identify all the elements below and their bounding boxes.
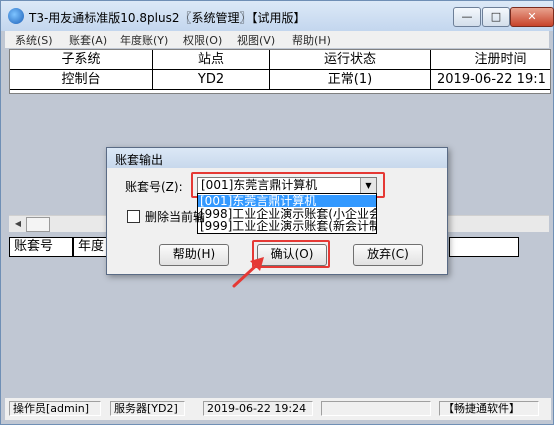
- scroll-thumb[interactable]: [26, 217, 50, 232]
- menu-bar: 系统(S) 账套(A) 年度账(Y) 权限(O) 视图(V) 帮助(H): [5, 31, 549, 48]
- menu-permission[interactable]: 权限(O): [183, 32, 222, 48]
- dialog-title: 账套输出: [115, 153, 164, 167]
- cancel-button[interactable]: 放弃(C): [353, 244, 423, 266]
- dropdown-option[interactable]: [998]工业企业演示账套(小企业会: [198, 208, 376, 220]
- dropdown-option[interactable]: [999]工业企业演示账套(新会计制: [198, 220, 376, 232]
- app-logo-icon: [8, 8, 24, 24]
- export-account-dialog: 账套输出 账套号(Z): [001]东莞言鼎计算机 ▼ [001]东莞言鼎计算机…: [106, 147, 448, 275]
- delete-current-checkbox[interactable]: [127, 210, 140, 223]
- account-dropdown-list: [001]东莞言鼎计算机 [998]工业企业演示账套(小企业会 [999]工业企…: [197, 193, 377, 234]
- minimize-button[interactable]: —: [453, 7, 481, 27]
- status-time: 2019-06-22 19:24: [203, 401, 313, 416]
- delete-current-label: 删除当前输: [145, 210, 206, 224]
- table-cell[interactable]: 2019-06-22 19:1: [431, 70, 550, 90]
- table-header: 站点: [153, 50, 270, 70]
- table-header-blank: [449, 237, 519, 257]
- table-header: 注册时间: [431, 50, 550, 70]
- table-cell[interactable]: 正常(1): [270, 70, 431, 90]
- menu-system[interactable]: 系统(S): [15, 32, 53, 48]
- menu-help[interactable]: 帮助(H): [292, 32, 331, 48]
- title-bar: T3-用友通标准版10.8plus2〖系统管理〗【试用版】 — □ ✕: [1, 1, 554, 31]
- close-button[interactable]: ✕: [510, 7, 554, 27]
- help-button[interactable]: 帮助(H): [159, 244, 229, 266]
- account-number-label: 账套号(Z):: [125, 180, 183, 194]
- table-header: 账套号: [9, 237, 73, 257]
- table-header: 子系统: [10, 50, 153, 70]
- annotation-arrow-icon: [232, 257, 264, 288]
- menu-year-account[interactable]: 年度账(Y): [120, 32, 168, 48]
- dropdown-option[interactable]: [001]东莞言鼎计算机: [198, 195, 376, 207]
- table-header: 运行状态: [270, 50, 431, 70]
- status-operator: 操作员[admin]: [9, 401, 101, 416]
- status-vendor: 【畅捷通软件】: [439, 401, 539, 416]
- menu-account[interactable]: 账套(A): [69, 32, 107, 48]
- table-cell[interactable]: YD2: [153, 70, 270, 90]
- scroll-left-icon[interactable]: ◀: [11, 217, 25, 231]
- status-blank: [321, 401, 431, 416]
- menu-view[interactable]: 视图(V): [237, 32, 275, 48]
- status-bar: 操作员[admin] 服务器[YD2] 2019-06-22 19:24 【畅捷…: [5, 398, 551, 420]
- subsystem-table: 子系统 站点 运行状态 注册时间 控制台 YD2 正常(1) 2019-06-2…: [9, 49, 551, 94]
- maximize-button[interactable]: □: [482, 7, 510, 27]
- table-cell[interactable]: 控制台: [10, 70, 153, 90]
- dialog-title-bar: 账套输出: [107, 148, 447, 168]
- status-server: 服务器[YD2]: [110, 401, 185, 416]
- window-title: T3-用友通标准版10.8plus2〖系统管理〗【试用版】: [29, 11, 306, 25]
